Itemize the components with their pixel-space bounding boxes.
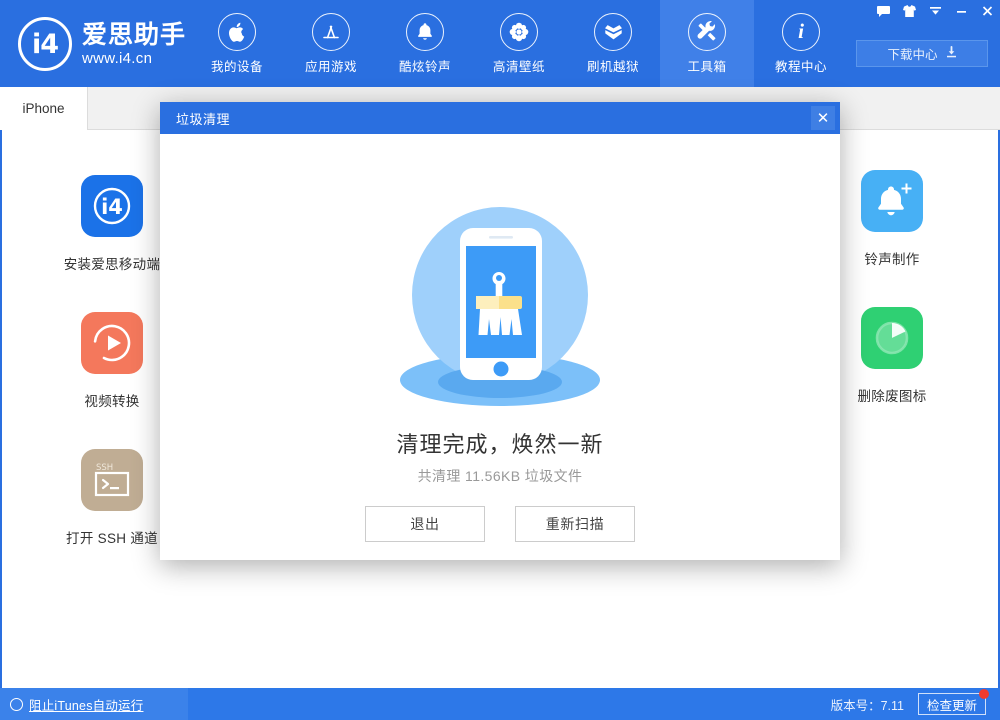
- dialog-title: 垃圾清理: [176, 111, 231, 127]
- main-nav: 我的设备 应用游戏 酷炫铃声 高清壁纸 刷机越狱 工具箱 i 教程中心: [190, 0, 848, 87]
- bell-icon: [406, 12, 444, 51]
- nav-item-ringtones[interactable]: 酷炫铃声: [378, 0, 472, 87]
- nav-item-label: 教程中心: [774, 59, 827, 74]
- dialog-close-icon[interactable]: ✕: [811, 106, 835, 130]
- download-center-button[interactable]: 下载中心: [856, 40, 988, 67]
- tool-label: 视频转换: [84, 394, 140, 409]
- rescan-button[interactable]: 重新扫描: [515, 506, 635, 542]
- logo-mark-icon: i4: [18, 17, 72, 71]
- app-window: i4 爱思助手 www.i4.cn 我的设备 应用游戏 酷炫铃声 高清壁纸 刷机…: [0, 0, 1000, 720]
- pie-circle-icon: [861, 307, 923, 369]
- device-tab-label: iPhone: [22, 101, 65, 116]
- flower-icon: [500, 12, 538, 51]
- window-controls: [870, 0, 1000, 22]
- wrench-icon: [688, 12, 726, 51]
- dialog-heading: 清理完成，焕然一新: [396, 432, 604, 457]
- check-update-label: 检查更新: [926, 698, 977, 713]
- bell-plus-icon: [861, 170, 923, 232]
- block-itunes-toggle[interactable]: 阻止iTunes自动运行: [0, 688, 188, 720]
- nav-item-toolbox[interactable]: 工具箱: [660, 0, 754, 87]
- nav-item-wallpapers[interactable]: 高清壁纸: [472, 0, 566, 87]
- skin-icon[interactable]: [896, 0, 922, 22]
- tool-label: 打开 SSH 通道: [66, 531, 158, 546]
- open-box-icon: [594, 12, 632, 51]
- menu-dropdown-icon[interactable]: [922, 0, 948, 22]
- svg-text:i4: i4: [101, 195, 123, 219]
- svg-text:SSH: SSH: [96, 463, 113, 473]
- info-icon: i: [782, 12, 820, 51]
- dialog-subtext: 共清理 11.56KB 垃圾文件: [417, 468, 583, 484]
- dialog-titlebar: 垃圾清理 ✕: [160, 102, 840, 134]
- app-header: i4 爱思助手 www.i4.cn 我的设备 应用游戏 酷炫铃声 高清壁纸 刷机…: [0, 0, 1000, 87]
- status-bar: 阻止iTunes自动运行 版本号：7.11 检查更新: [0, 688, 1000, 720]
- nav-item-label: 酷炫铃声: [398, 59, 451, 74]
- appstore-icon: [312, 12, 350, 51]
- version-label: 版本号：7.11: [830, 698, 904, 713]
- logo-text: 爱思助手 www.i4.cn: [82, 21, 186, 68]
- nav-item-apps-games[interactable]: 应用游戏: [284, 0, 378, 87]
- nav-item-jailbreak[interactable]: 刷机越狱: [566, 0, 660, 87]
- block-itunes-label: 阻止iTunes自动运行: [29, 698, 144, 713]
- status-bar-right: 版本号：7.11 检查更新: [830, 688, 989, 720]
- phone-broom-clean-illustration: [350, 190, 650, 410]
- radio-circle-icon: [10, 697, 23, 711]
- i4-app-icon: i4: [81, 175, 143, 237]
- exit-button[interactable]: 退出: [365, 506, 485, 542]
- tool-label: 铃声制作: [864, 252, 920, 267]
- nav-item-label: 高清壁纸: [492, 59, 545, 74]
- minimize-icon[interactable]: [948, 0, 974, 22]
- nav-item-label: 我的设备: [210, 59, 263, 74]
- nav-item-label: 应用游戏: [304, 59, 357, 74]
- video-play-icon: [81, 312, 143, 374]
- tool-label: 删除废图标: [857, 389, 927, 404]
- tool-label: 安装爱思移动端: [63, 257, 161, 272]
- brand-title: 爱思助手: [82, 20, 187, 49]
- dialog-body: 清理完成，焕然一新 共清理 11.56KB 垃圾文件 退出 重新扫描: [160, 134, 840, 560]
- app-logo[interactable]: i4 爱思助手 www.i4.cn: [18, 17, 186, 71]
- nav-item-tutorials[interactable]: i 教程中心: [754, 0, 848, 87]
- close-icon[interactable]: [974, 0, 1000, 22]
- junk-clean-dialog: 垃圾清理 ✕ 清理完成，焕然一新 共清理 11.56KB 垃圾文件 退出 重新扫…: [160, 102, 840, 560]
- download-center-label: 下载中心: [887, 48, 938, 62]
- nav-item-label: 刷机越狱: [586, 59, 639, 74]
- device-tab-iphone[interactable]: iPhone: [0, 87, 88, 130]
- apple-icon: [218, 12, 256, 51]
- update-badge-dot: [979, 689, 989, 699]
- nav-item-my-device[interactable]: 我的设备: [190, 0, 284, 87]
- download-arrow-icon: [946, 46, 957, 61]
- nav-item-label: 工具箱: [687, 59, 727, 74]
- dialog-button-row: 退出 重新扫描: [160, 506, 840, 542]
- feedback-icon[interactable]: [870, 0, 896, 22]
- ssh-terminal-icon: SSH: [81, 449, 143, 511]
- brand-url: www.i4.cn: [82, 49, 153, 67]
- check-update-button[interactable]: 检查更新: [918, 689, 989, 715]
